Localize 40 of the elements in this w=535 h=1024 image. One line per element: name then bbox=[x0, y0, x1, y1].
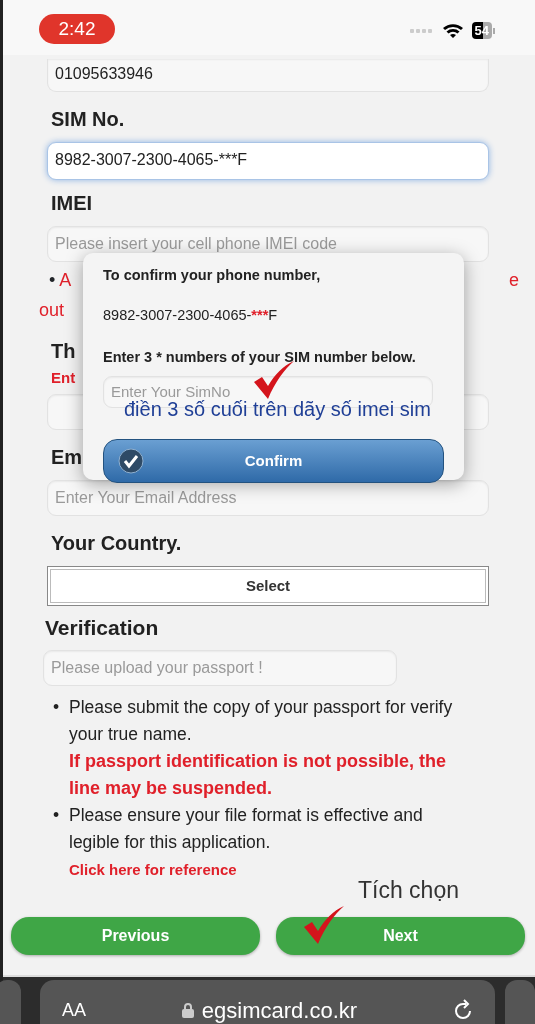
instruction-text: Enter 3 * numbers of your SIM number below. bbox=[103, 347, 417, 367]
note-text: e bbox=[509, 269, 519, 292]
upload-field[interactable]: Please upload your passport ! bbox=[43, 649, 397, 686]
bullet: • bbox=[53, 803, 61, 827]
checkmark-icon bbox=[303, 905, 345, 945]
address-bar[interactable]: AA egsimcard.co.kr bbox=[40, 980, 495, 1024]
note-text: Please submit the copy of your passport for verify your true name. bbox=[69, 695, 454, 746]
check-icon bbox=[118, 448, 144, 475]
confirm-button[interactable]: Confirm bbox=[103, 439, 444, 484]
warning-text: If passport identification is not possible, the line may be suspended. bbox=[69, 749, 448, 800]
annotation-text: Tích chọn bbox=[358, 876, 459, 905]
time-pill: 2:42 bbox=[39, 14, 115, 44]
bullet: • bbox=[53, 695, 61, 719]
sim-field[interactable]: 8982-3007-2300-4065-***F bbox=[47, 142, 489, 180]
url-text: egsimcard.co.kr bbox=[201, 996, 358, 1024]
email-field[interactable]: Enter Your Email Address bbox=[47, 480, 489, 516]
note-text: out bbox=[39, 299, 65, 322]
select-button[interactable]: Select bbox=[47, 566, 489, 606]
section-title: Verification bbox=[45, 615, 160, 641]
field-label: Em bbox=[51, 445, 83, 470]
field-label: Your Country. bbox=[51, 531, 183, 556]
field-label: SIM No. bbox=[51, 107, 126, 132]
reference-link[interactable]: Click here for reference bbox=[69, 855, 237, 883]
dialog-title: To confirm your phone number, bbox=[103, 266, 322, 285]
lock-icon bbox=[181, 1002, 194, 1018]
field-label: IMEI bbox=[51, 191, 94, 216]
tab-preview[interactable] bbox=[505, 980, 535, 1024]
note-text: Please ensure your file format is effective and legible for this application. bbox=[69, 803, 424, 854]
reload-icon[interactable] bbox=[453, 999, 473, 1021]
bullet: • bbox=[49, 269, 56, 292]
signal-icon bbox=[409, 28, 434, 33]
nav-button[interactable]: Previous bbox=[11, 917, 260, 955]
nav-button[interactable]: Next bbox=[276, 917, 525, 955]
phone-field[interactable]: 01095633946 bbox=[47, 59, 489, 92]
note-text: Ent bbox=[51, 368, 76, 388]
field-label: Th bbox=[51, 339, 76, 364]
note-text: A bbox=[59, 269, 72, 292]
text-size-button[interactable]: AA bbox=[62, 996, 86, 1024]
wifi-icon bbox=[441, 22, 464, 39]
sim-number: 8982-3007-2300-4065-***F bbox=[103, 305, 279, 325]
